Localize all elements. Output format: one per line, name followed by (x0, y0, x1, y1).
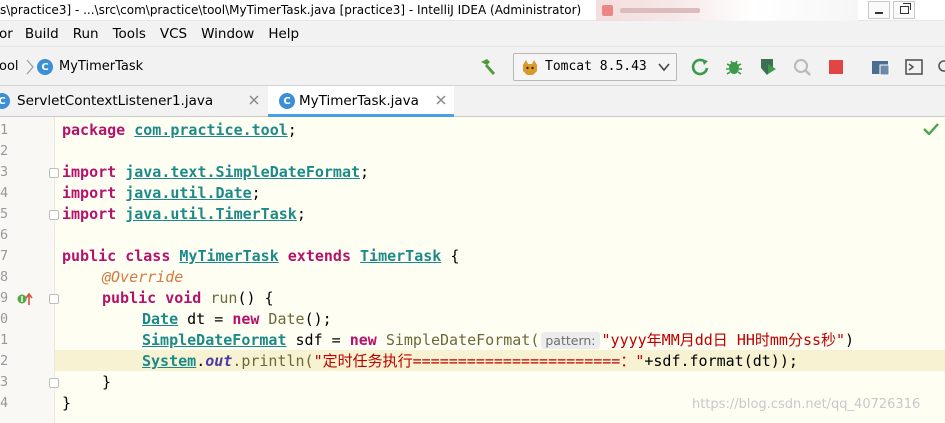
tab-mytimertask[interactable]: C MyTimerTask.java (268, 86, 454, 117)
tomcat-icon (523, 60, 537, 75)
notification-icon (602, 5, 613, 16)
breadcrumb-package[interactable]: ool (0, 59, 19, 74)
tab-label: MyTimerTask.java (299, 93, 419, 109)
fold-marker[interactable] (49, 294, 59, 304)
line-number: 7 (0, 248, 9, 264)
menu-refactor[interactable]: or (0, 26, 13, 42)
code-line: } (102, 373, 112, 391)
line-number: 1 (0, 332, 9, 348)
line-number: 4 (0, 395, 9, 411)
close-icon[interactable] (248, 94, 260, 106)
class-icon: C (279, 93, 295, 109)
menu-help[interactable]: Help (268, 26, 299, 42)
breadcrumb-separator-icon (26, 59, 34, 75)
code-line: Date dt = new Date(); (142, 310, 332, 328)
build-hammer-icon[interactable] (478, 57, 498, 77)
run-configuration-selector[interactable]: Tomcat 8.5.43 (513, 53, 677, 81)
line-number: 1 (0, 122, 9, 138)
tab-label: ServletContextListener1.java (17, 93, 214, 109)
line-number: 2 (0, 353, 9, 369)
code-line: } (62, 394, 72, 412)
line-number: 9 (0, 290, 9, 306)
code-line: @Override (102, 268, 184, 286)
checkmark-icon (923, 123, 939, 135)
code-line: public class MyTimerTask extends TimerTa… (62, 247, 460, 265)
line-number: 0 (0, 311, 9, 327)
editor-tab-bar: C ServletContextListener1.java C MyTimer… (0, 86, 945, 117)
code-line: import java.text.SimpleDateFormat; (62, 163, 370, 181)
menu-bar: or Build Run Tools VCS Window Help (0, 21, 945, 46)
menu-tools[interactable]: Tools (113, 26, 146, 42)
stop-icon[interactable] (826, 57, 846, 77)
watermark: https://blog.csdn.net/qq_40726316 (692, 397, 921, 412)
debug-icon[interactable] (724, 57, 744, 77)
notification-text-blur (620, 8, 700, 13)
blurred-notification (596, 0, 858, 21)
fold-marker[interactable] (49, 168, 59, 178)
code-line: import java.util.TimerTask; (62, 205, 306, 223)
chevron-down-icon (658, 63, 670, 72)
restore-button[interactable] (893, 1, 915, 19)
class-icon: C (37, 59, 53, 75)
close-icon[interactable] (435, 94, 447, 106)
menu-build[interactable]: Build (25, 26, 59, 42)
fold-marker[interactable] (49, 378, 59, 388)
menu-run[interactable]: Run (73, 26, 99, 42)
tab-servletcontextlistener1[interactable]: C ServletContextListener1.java (0, 86, 266, 116)
line-number: 5 (0, 206, 9, 222)
code-line: package com.practice.tool; (62, 121, 297, 139)
line-number: 4 (0, 185, 9, 201)
parameter-hint: pattern: (541, 332, 600, 349)
code-line: System.out.println("定时任务执行==============… (142, 352, 798, 370)
line-number: 2 (0, 143, 9, 159)
rerun-icon[interactable] (690, 57, 710, 77)
line-number: 3 (0, 374, 9, 390)
window-title: s\practice3] - ...\src\com\practice\tool… (0, 3, 582, 17)
line-number: 6 (0, 227, 9, 243)
line-number: 8 (0, 269, 9, 285)
minimize-button[interactable] (868, 1, 890, 19)
override-method-icon[interactable] (17, 292, 33, 306)
code-line: public void run() { (102, 289, 274, 307)
code-line: SimpleDateFormat sdf = new SimpleDateFor… (142, 331, 855, 349)
title-bar: s\practice3] - ...\src\com\practice\tool… (0, 0, 945, 21)
navigation-bar: ool C MyTimerTask Tomcat 8.5.43 (0, 46, 945, 86)
breadcrumb-class[interactable]: MyTimerTask (59, 59, 143, 74)
profile-icon[interactable] (792, 57, 812, 77)
restore-icon (899, 3, 911, 14)
minimize-icon (875, 12, 883, 14)
code-editor[interactable]: 1 2 3 4 5 6 7 8 9 0 1 2 3 4 package com.… (0, 117, 945, 423)
menu-window[interactable]: Window (201, 26, 254, 42)
code-line: import java.util.Date; (62, 184, 261, 202)
fold-marker[interactable] (49, 210, 59, 220)
menu-vcs[interactable]: VCS (160, 26, 187, 42)
project-structure-icon[interactable] (870, 57, 890, 77)
line-number: 3 (0, 164, 9, 180)
run-with-coverage-icon[interactable] (758, 57, 778, 77)
run-configuration-label: Tomcat 8.5.43 (545, 59, 647, 74)
terminal-panel-icon[interactable] (904, 57, 924, 77)
search-everywhere-icon[interactable] (936, 57, 945, 77)
class-icon: C (0, 93, 10, 109)
